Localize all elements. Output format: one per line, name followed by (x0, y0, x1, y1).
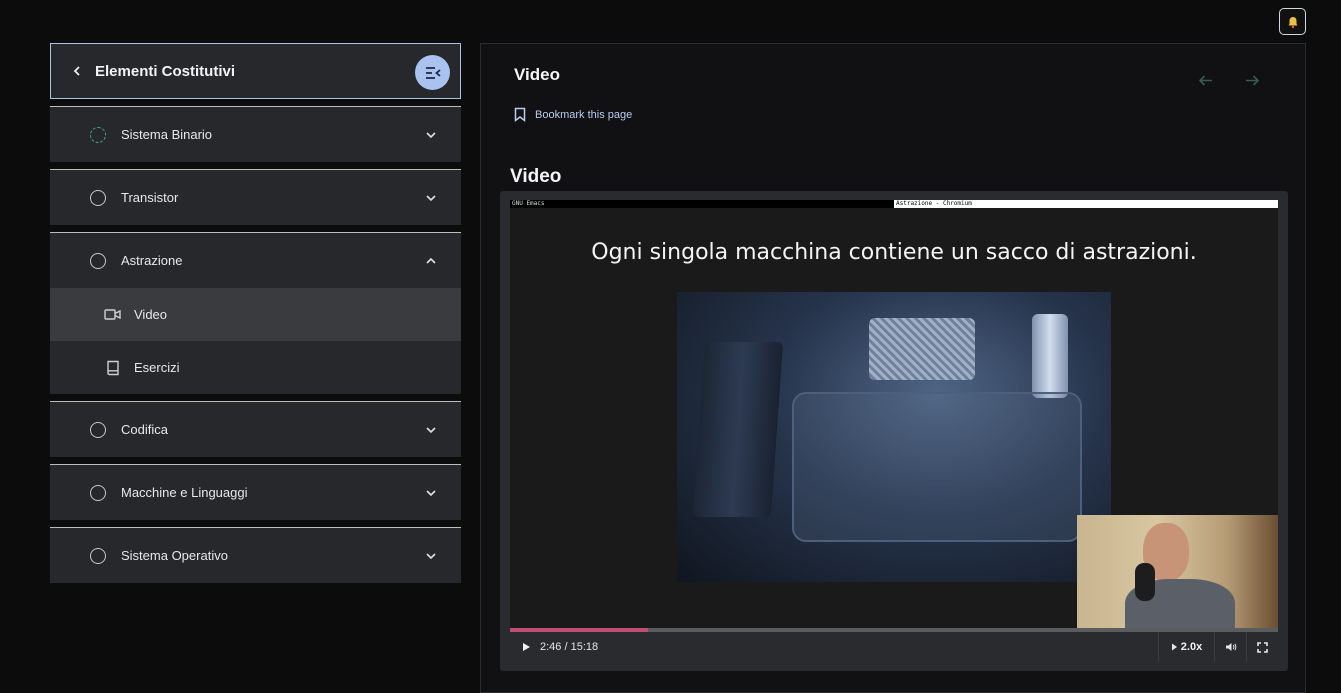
section-label: Macchine e Linguaggi (121, 485, 248, 500)
chevron-down-icon (426, 490, 436, 497)
section-label: Sistema Operativo (121, 548, 228, 563)
sidebar-section-macchine-linguaggi: Macchine e Linguaggi (50, 464, 461, 520)
video-controls-right: 2.0x (1158, 632, 1278, 662)
sidebar-item-label: Video (134, 307, 168, 322)
status-circle-icon (90, 421, 106, 438)
volume-button[interactable] (1214, 632, 1246, 662)
playback-speed-button[interactable]: 2.0x (1158, 632, 1214, 662)
gas-pedal (1032, 314, 1068, 398)
microphone (1135, 563, 1155, 601)
course-sidebar: Elementi Costitutivi Sistema Binario Tra… (50, 43, 461, 583)
video-camera-icon (104, 306, 121, 323)
fullscreen-button[interactable] (1246, 632, 1278, 662)
menu-collapse-icon (425, 66, 441, 79)
bell-icon (1288, 16, 1297, 28)
sidebar-collapse-button[interactable] (415, 55, 450, 90)
play-icon[interactable] (520, 641, 532, 653)
emacs-window-title: GNU Emacs (510, 200, 894, 208)
sidebar-section-astrazione: Astrazione Video Esercizi (50, 232, 461, 394)
video-time: 2:46 / 15:18 (540, 641, 599, 653)
fullscreen-icon (1257, 641, 1268, 653)
floor-mat (792, 392, 1082, 542)
chevron-down-icon (426, 553, 436, 560)
status-circle-icon (90, 189, 106, 206)
arrow-right-icon (1246, 75, 1260, 86)
bookmark-icon (514, 107, 526, 122)
playback-speed-value: 2.0x (1180, 641, 1203, 653)
video-controls: 2:46 / 15:18 2.0x (510, 632, 1278, 662)
chromium-window-title: Astrazione - Chromium (894, 200, 1278, 208)
section-toggle-transistor[interactable]: Transistor (50, 170, 461, 225)
presenter-webcam (1077, 515, 1278, 628)
clutch-pedal (692, 342, 784, 517)
section-title: Video (510, 166, 562, 187)
section-toggle-astrazione[interactable]: Astrazione (50, 233, 461, 288)
sidebar-item-video[interactable]: Video (50, 288, 461, 341)
chevron-left-icon[interactable] (71, 65, 83, 77)
sidebar-section-codifica: Codifica (50, 401, 461, 457)
volume-icon (1225, 643, 1236, 651)
section-toggle-macchine-linguaggi[interactable]: Macchine e Linguaggi (50, 465, 461, 520)
sidebar-item-label: Esercizi (134, 360, 180, 375)
section-toggle-sistema-binario[interactable]: Sistema Binario (50, 107, 461, 162)
content-panel: Video Bookmark this page Video GNU Emacs… (480, 43, 1306, 693)
caret-right-icon (1171, 643, 1177, 651)
sidebar-section-transistor: Transistor (50, 169, 461, 225)
sidebar-title: Elementi Costitutivi (95, 62, 236, 80)
chevron-up-icon (426, 257, 436, 264)
sidebar-header[interactable]: Elementi Costitutivi (50, 43, 461, 99)
arrow-left-icon (1198, 75, 1212, 86)
bookmark-button[interactable]: Bookmark this page (514, 107, 632, 122)
section-label: Sistema Binario (121, 127, 213, 142)
unit-navigation (1197, 72, 1261, 89)
bookmark-label: Bookmark this page (535, 108, 633, 121)
book-icon (104, 359, 121, 376)
next-unit-button[interactable] (1244, 72, 1261, 89)
section-label: Astrazione (121, 253, 183, 268)
status-circle-icon (90, 252, 106, 269)
chevron-down-icon (426, 132, 436, 139)
sidebar-section-sistema-operativo: Sistema Operativo (50, 527, 461, 583)
section-toggle-sistema-operativo[interactable]: Sistema Operativo (50, 528, 461, 583)
slide-text: Ogni singola macchina contiene un sacco … (591, 240, 1197, 265)
chevron-down-icon (426, 195, 436, 202)
brake-pedal (869, 318, 975, 380)
page-title: Video (514, 65, 560, 84)
status-circle-icon (90, 547, 106, 564)
video-frame[interactable]: GNU Emacs Astrazione - Chromium Ogni sin… (510, 200, 1278, 628)
sidebar-item-esercizi[interactable]: Esercizi (50, 341, 461, 394)
bell-button[interactable] (1279, 8, 1306, 35)
previous-unit-button[interactable] (1197, 72, 1214, 89)
chevron-down-icon (426, 427, 436, 434)
progress-circle-icon (90, 126, 106, 143)
section-label: Transistor (121, 190, 179, 205)
status-circle-icon (90, 484, 106, 501)
car-pedals-image (677, 292, 1111, 582)
section-toggle-codifica[interactable]: Codifica (50, 402, 461, 457)
section-label: Codifica (121, 422, 168, 437)
sidebar-section-sistema-binario: Sistema Binario (50, 106, 461, 162)
video-player[interactable]: GNU Emacs Astrazione - Chromium Ogni sin… (500, 191, 1288, 671)
